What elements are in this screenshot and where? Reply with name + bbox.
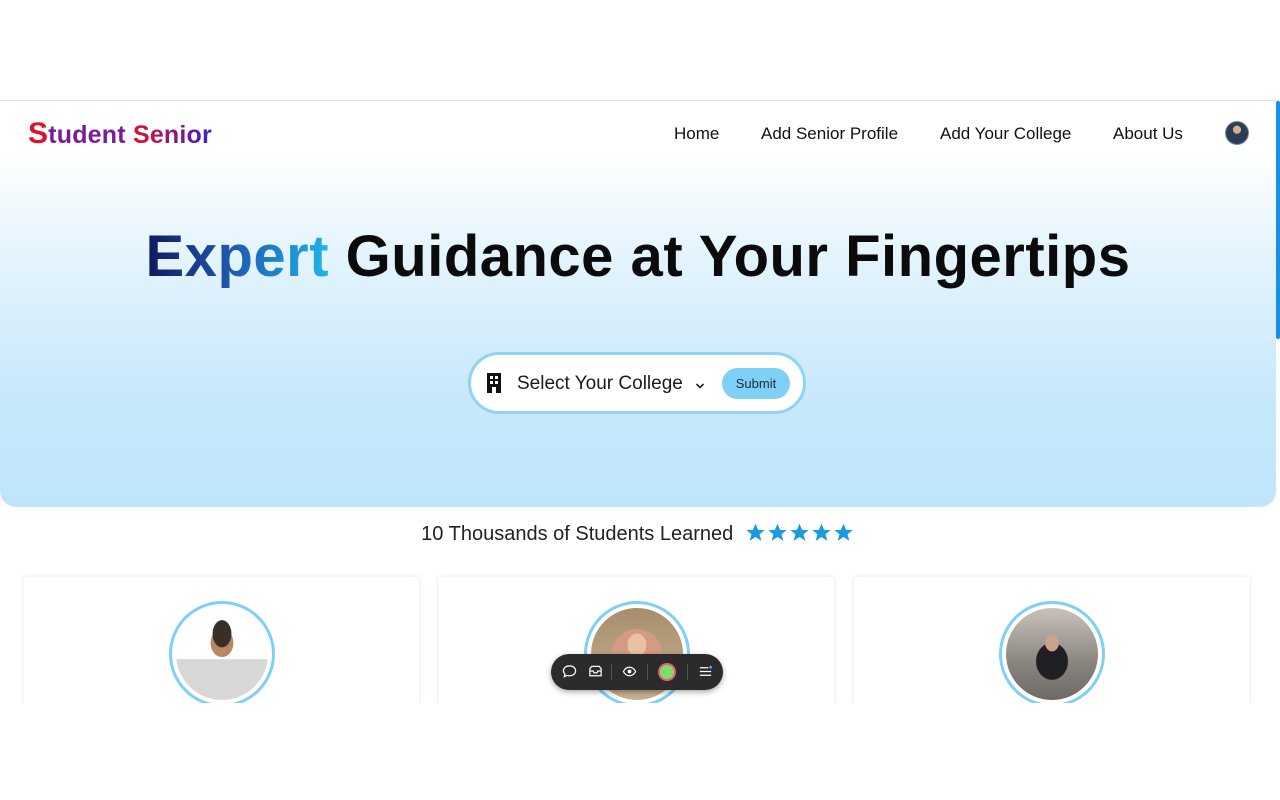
star-icon (790, 523, 809, 541)
submit-button[interactable]: Submit (722, 368, 790, 399)
brand-logo[interactable]: Student Senior (28, 117, 212, 151)
star-icon (834, 523, 853, 541)
menu-icon[interactable] (698, 664, 713, 684)
headline-rest: Guidance at Your Fingertips (345, 224, 1131, 289)
star-icon (768, 523, 787, 541)
nav-about-us[interactable]: About Us (1113, 124, 1183, 144)
building-icon (485, 373, 503, 398)
star-icon (812, 523, 831, 541)
eye-icon[interactable] (622, 664, 637, 684)
chat-bubble-icon[interactable] (562, 664, 577, 684)
floating-toolbar (551, 654, 723, 690)
user-avatar[interactable] (1225, 121, 1249, 145)
toolbar-divider (611, 664, 612, 680)
page-viewport: Student Senior Home Add Senior Profile A… (0, 101, 1280, 703)
brand-second-word: Senior (132, 121, 212, 149)
senior-card[interactable] (24, 577, 419, 703)
nav-home[interactable]: Home (674, 124, 719, 144)
hero-headline: Expert Guidance at Your Fingertips (0, 223, 1276, 290)
browser-top-area (0, 0, 1280, 101)
color-dot-icon[interactable] (658, 663, 676, 681)
college-search-bar: Select Your College Submit (468, 352, 806, 414)
toolbar-divider (687, 664, 688, 680)
page-scrollbar[interactable] (1276, 101, 1280, 339)
brand-first-word: tudent (48, 121, 126, 149)
students-learned-text: 10 Thousands of Students Learned (421, 523, 734, 545)
college-select[interactable]: Select Your College (517, 373, 683, 395)
brand-first-letter: S (28, 117, 49, 150)
nav-add-your-college[interactable]: Add Your College (940, 124, 1071, 144)
browser-bottom-area (0, 703, 1280, 800)
senior-card[interactable] (854, 577, 1249, 703)
students-learned: 10 Thousands of Students Learned (0, 522, 1276, 549)
toolbar-divider (647, 664, 648, 680)
chevron-down-icon[interactable] (695, 377, 705, 395)
senior-photo (169, 601, 275, 703)
nav-add-senior-profile[interactable]: Add Senior Profile (761, 124, 898, 144)
hero-section: Student Senior Home Add Senior Profile A… (0, 101, 1276, 507)
rating-stars (745, 522, 855, 549)
headline-accent: Expert (145, 224, 330, 289)
star-icon (746, 523, 765, 541)
inbox-icon[interactable] (588, 664, 603, 684)
senior-photo (999, 601, 1105, 703)
